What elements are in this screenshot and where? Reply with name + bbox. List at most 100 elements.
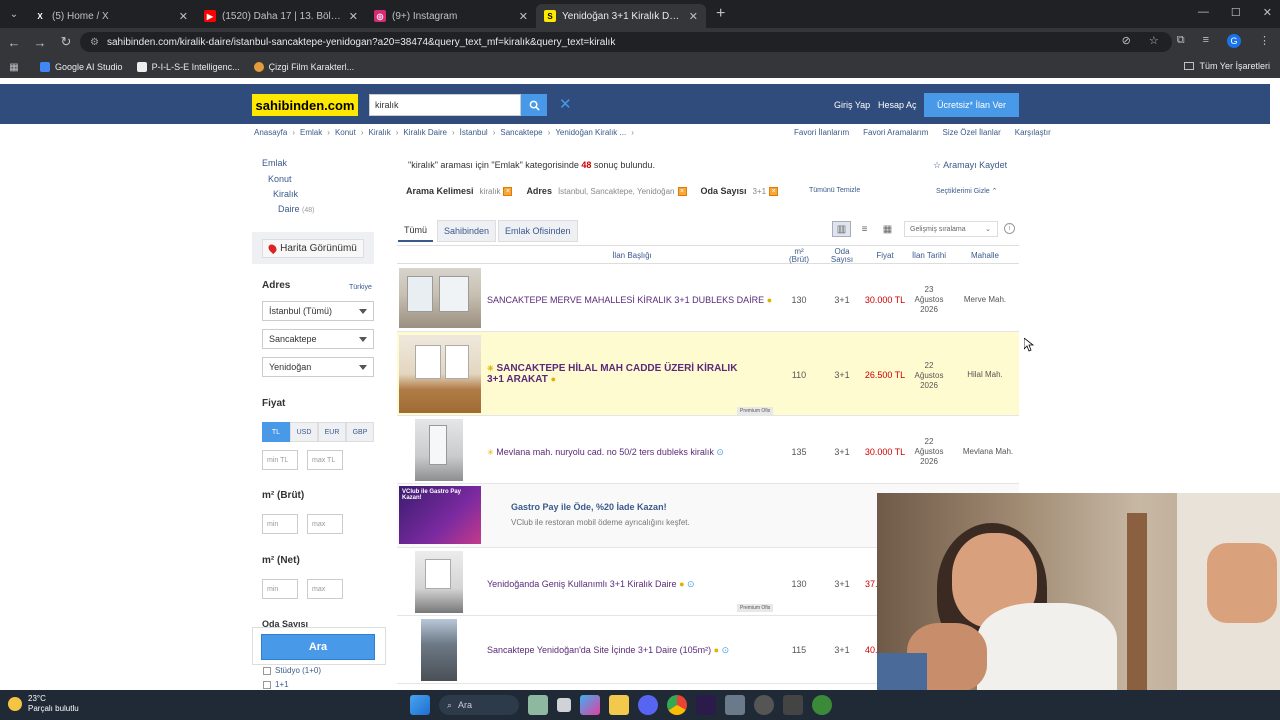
table-row[interactable]: SANCAKTEPE MERVE MAHALLESİ KİRALIK 3+1 D… — [397, 265, 1019, 332]
tab-youtube[interactable]: ▶ (1520) Daha 17 | 13. Bölüm - Yo ✕ — [196, 4, 366, 28]
room-option-studio[interactable]: Stüdyo (1+0) — [263, 666, 321, 675]
close-icon[interactable]: ✕ — [689, 10, 698, 23]
info-icon[interactable]: i — [1004, 223, 1015, 234]
settings-icon[interactable] — [754, 695, 774, 715]
eye-off-icon[interactable]: ⊘ — [1122, 34, 1131, 48]
currency-eur[interactable]: EUR — [318, 422, 346, 442]
reload-icon[interactable]: ↻ — [54, 34, 78, 50]
listing-title[interactable]: SANCAKTEPE MERVE MAHALLESİ KİRALIK 3+1 D… — [487, 295, 772, 305]
tab-search-icon[interactable]: ⌄ — [2, 9, 26, 20]
login-link[interactable]: Giriş Yap — [834, 100, 870, 110]
remove-filter-icon[interactable]: × — [677, 186, 687, 196]
clear-all-filters-link[interactable]: Tümünü Temizle — [809, 187, 860, 194]
table-view-icon[interactable]: ▥ — [832, 221, 851, 237]
task-view-icon[interactable] — [557, 698, 571, 712]
col-title[interactable]: İlan Başlığı — [577, 252, 687, 260]
table-row[interactable]: ✳ Mevlana mah. nuryolu cad. no 50/2 ters… — [397, 416, 1019, 484]
new-tab-icon[interactable]: + — [716, 5, 725, 23]
grid-view-icon[interactable]: ▦ — [878, 221, 897, 237]
taskbar-search[interactable]: ⌕ Ara — [439, 695, 519, 715]
chrome-icon[interactable] — [667, 695, 687, 715]
tab-sahibinden[interactable]: S Yenidoğan 3+1 Kiralık Daire Fi ✕ — [536, 4, 706, 28]
tab-owner[interactable]: Sahibinden — [437, 220, 497, 242]
close-icon[interactable]: ✕ — [349, 10, 358, 23]
currency-gbp[interactable]: GBP — [346, 422, 374, 442]
category-kiralik[interactable]: Kiralık — [273, 189, 298, 199]
district-select[interactable]: Sancaktepe — [262, 329, 374, 349]
remove-filter-icon[interactable]: × — [769, 186, 779, 196]
country-link[interactable]: Türkiye — [349, 284, 372, 291]
currency-usd[interactable]: USD — [290, 422, 318, 442]
col-m2[interactable]: m² (Brüt) — [785, 248, 813, 264]
city-select[interactable]: İstanbul (Tümü) — [262, 301, 374, 321]
app-icon[interactable] — [783, 695, 803, 715]
premiere-icon[interactable] — [696, 695, 716, 715]
search-input[interactable]: kiralık — [369, 94, 521, 116]
close-icon[interactable]: ✕ — [519, 10, 528, 23]
tab-agency[interactable]: Emlak Ofisinden — [498, 220, 578, 242]
site-info-icon[interactable]: ⚙ — [90, 37, 99, 48]
breadcrumb-item[interactable]: Kiralık Daire — [403, 128, 447, 137]
widgets-icon[interactable] — [528, 695, 548, 715]
free-listing-button[interactable]: Ücretsiz* İlan Ver — [924, 93, 1019, 117]
sidepanel-icon[interactable]: ≡ — [1203, 34, 1209, 48]
breadcrumb-item[interactable]: İstanbul — [460, 128, 488, 137]
col-rooms[interactable]: Oda Sayısı — [825, 248, 859, 264]
breadcrumb-item[interactable]: Konut — [335, 128, 356, 137]
listing-photo[interactable] — [415, 551, 463, 613]
minimize-icon[interactable]: — — [1198, 6, 1209, 19]
listing-photo[interactable] — [399, 335, 481, 413]
hide-selected-link[interactable]: Seçtiklerimi Gizle ⌃ — [936, 187, 998, 195]
col-price[interactable]: Fiyat — [869, 252, 901, 260]
file-explorer-icon[interactable] — [609, 695, 629, 715]
windows-start-icon[interactable] — [410, 695, 430, 715]
checkbox[interactable] — [263, 680, 271, 689]
list-view-icon[interactable]: ≡ — [855, 221, 874, 237]
profile-avatar[interactable]: G — [1227, 34, 1241, 48]
listing-title[interactable]: Sancaktepe Yenidoğan'da Site İçinde 3+1 … — [487, 645, 729, 656]
forward-icon[interactable]: → — [28, 35, 52, 50]
weather-widget[interactable]: 23°C Parçalı bulutlu — [8, 694, 79, 714]
star-icon[interactable]: ☆ — [1149, 34, 1159, 48]
site-logo[interactable]: sahibinden.com — [252, 94, 358, 116]
gross-min-input[interactable]: min — [262, 514, 298, 534]
ad-image[interactable]: VClub ile Gastro Pay Kazan! — [399, 486, 481, 544]
map-view-button[interactable]: Harita Görünümü — [262, 238, 364, 258]
breadcrumb-item[interactable]: Sancaktepe — [500, 128, 542, 137]
save-search-link[interactable]: ☆ Aramayı Kaydet — [933, 160, 1007, 171]
apply-search-button[interactable]: Ara — [261, 634, 375, 660]
back-icon[interactable]: ← — [2, 35, 26, 50]
breadcrumb-item[interactable]: Yenidoğan Kiralık ... — [555, 128, 626, 137]
price-max-input[interactable]: max TL — [307, 450, 343, 470]
special-listings-link[interactable]: Size Özel İlanlar — [942, 128, 1000, 137]
room-option-1plus1[interactable]: 1+1 — [263, 680, 289, 689]
register-link[interactable]: Hesap Aç — [878, 100, 917, 110]
breadcrumb-item[interactable]: Anasayfa — [254, 128, 287, 137]
apps-icon[interactable]: ▦ — [2, 62, 26, 73]
breadcrumb-item[interactable]: Kiralık — [369, 128, 391, 137]
menu-icon[interactable]: ⋮ — [1259, 34, 1270, 48]
listing-photo[interactable] — [399, 268, 481, 328]
gross-max-input[interactable]: max — [307, 514, 343, 534]
breadcrumb-item[interactable]: Emlak — [300, 128, 322, 137]
tab-x[interactable]: X (5) Home / X ✕ — [26, 4, 196, 28]
favorite-listings-link[interactable]: Favori İlanlarım — [794, 128, 849, 137]
tab-all[interactable]: Tümü — [398, 220, 434, 242]
favorite-searches-link[interactable]: Favori Aramalarım — [863, 128, 928, 137]
maximize-icon[interactable]: ☐ — [1231, 6, 1241, 19]
bookmark-ai-studio[interactable]: Google AI Studio — [40, 62, 123, 72]
copilot-icon[interactable] — [580, 695, 600, 715]
discord-icon[interactable] — [638, 695, 658, 715]
remove-filter-icon[interactable]: × — [503, 186, 513, 196]
listing-title[interactable]: ✳ SANCAKTEPE HİLAL MAH CADDE ÜZERİ KİRAL… — [487, 363, 747, 385]
close-icon[interactable]: ✕ — [179, 10, 188, 23]
search-button[interactable] — [521, 94, 547, 116]
listing-title[interactable]: ✳ Mevlana mah. nuryolu cad. no 50/2 ters… — [487, 447, 724, 458]
category-konut[interactable]: Konut — [268, 174, 292, 184]
ad-title[interactable]: Gastro Pay ile Öde, %20 İade Kazan! — [511, 502, 667, 512]
col-date[interactable]: İlan Tarihi — [907, 252, 951, 260]
compare-link[interactable]: Karşılaştır — [1015, 128, 1051, 137]
listing-photo[interactable] — [421, 619, 457, 681]
col-neighborhood[interactable]: Mahalle — [963, 252, 1007, 260]
tab-instagram[interactable]: ◎ (9+) Instagram ✕ — [366, 4, 536, 28]
